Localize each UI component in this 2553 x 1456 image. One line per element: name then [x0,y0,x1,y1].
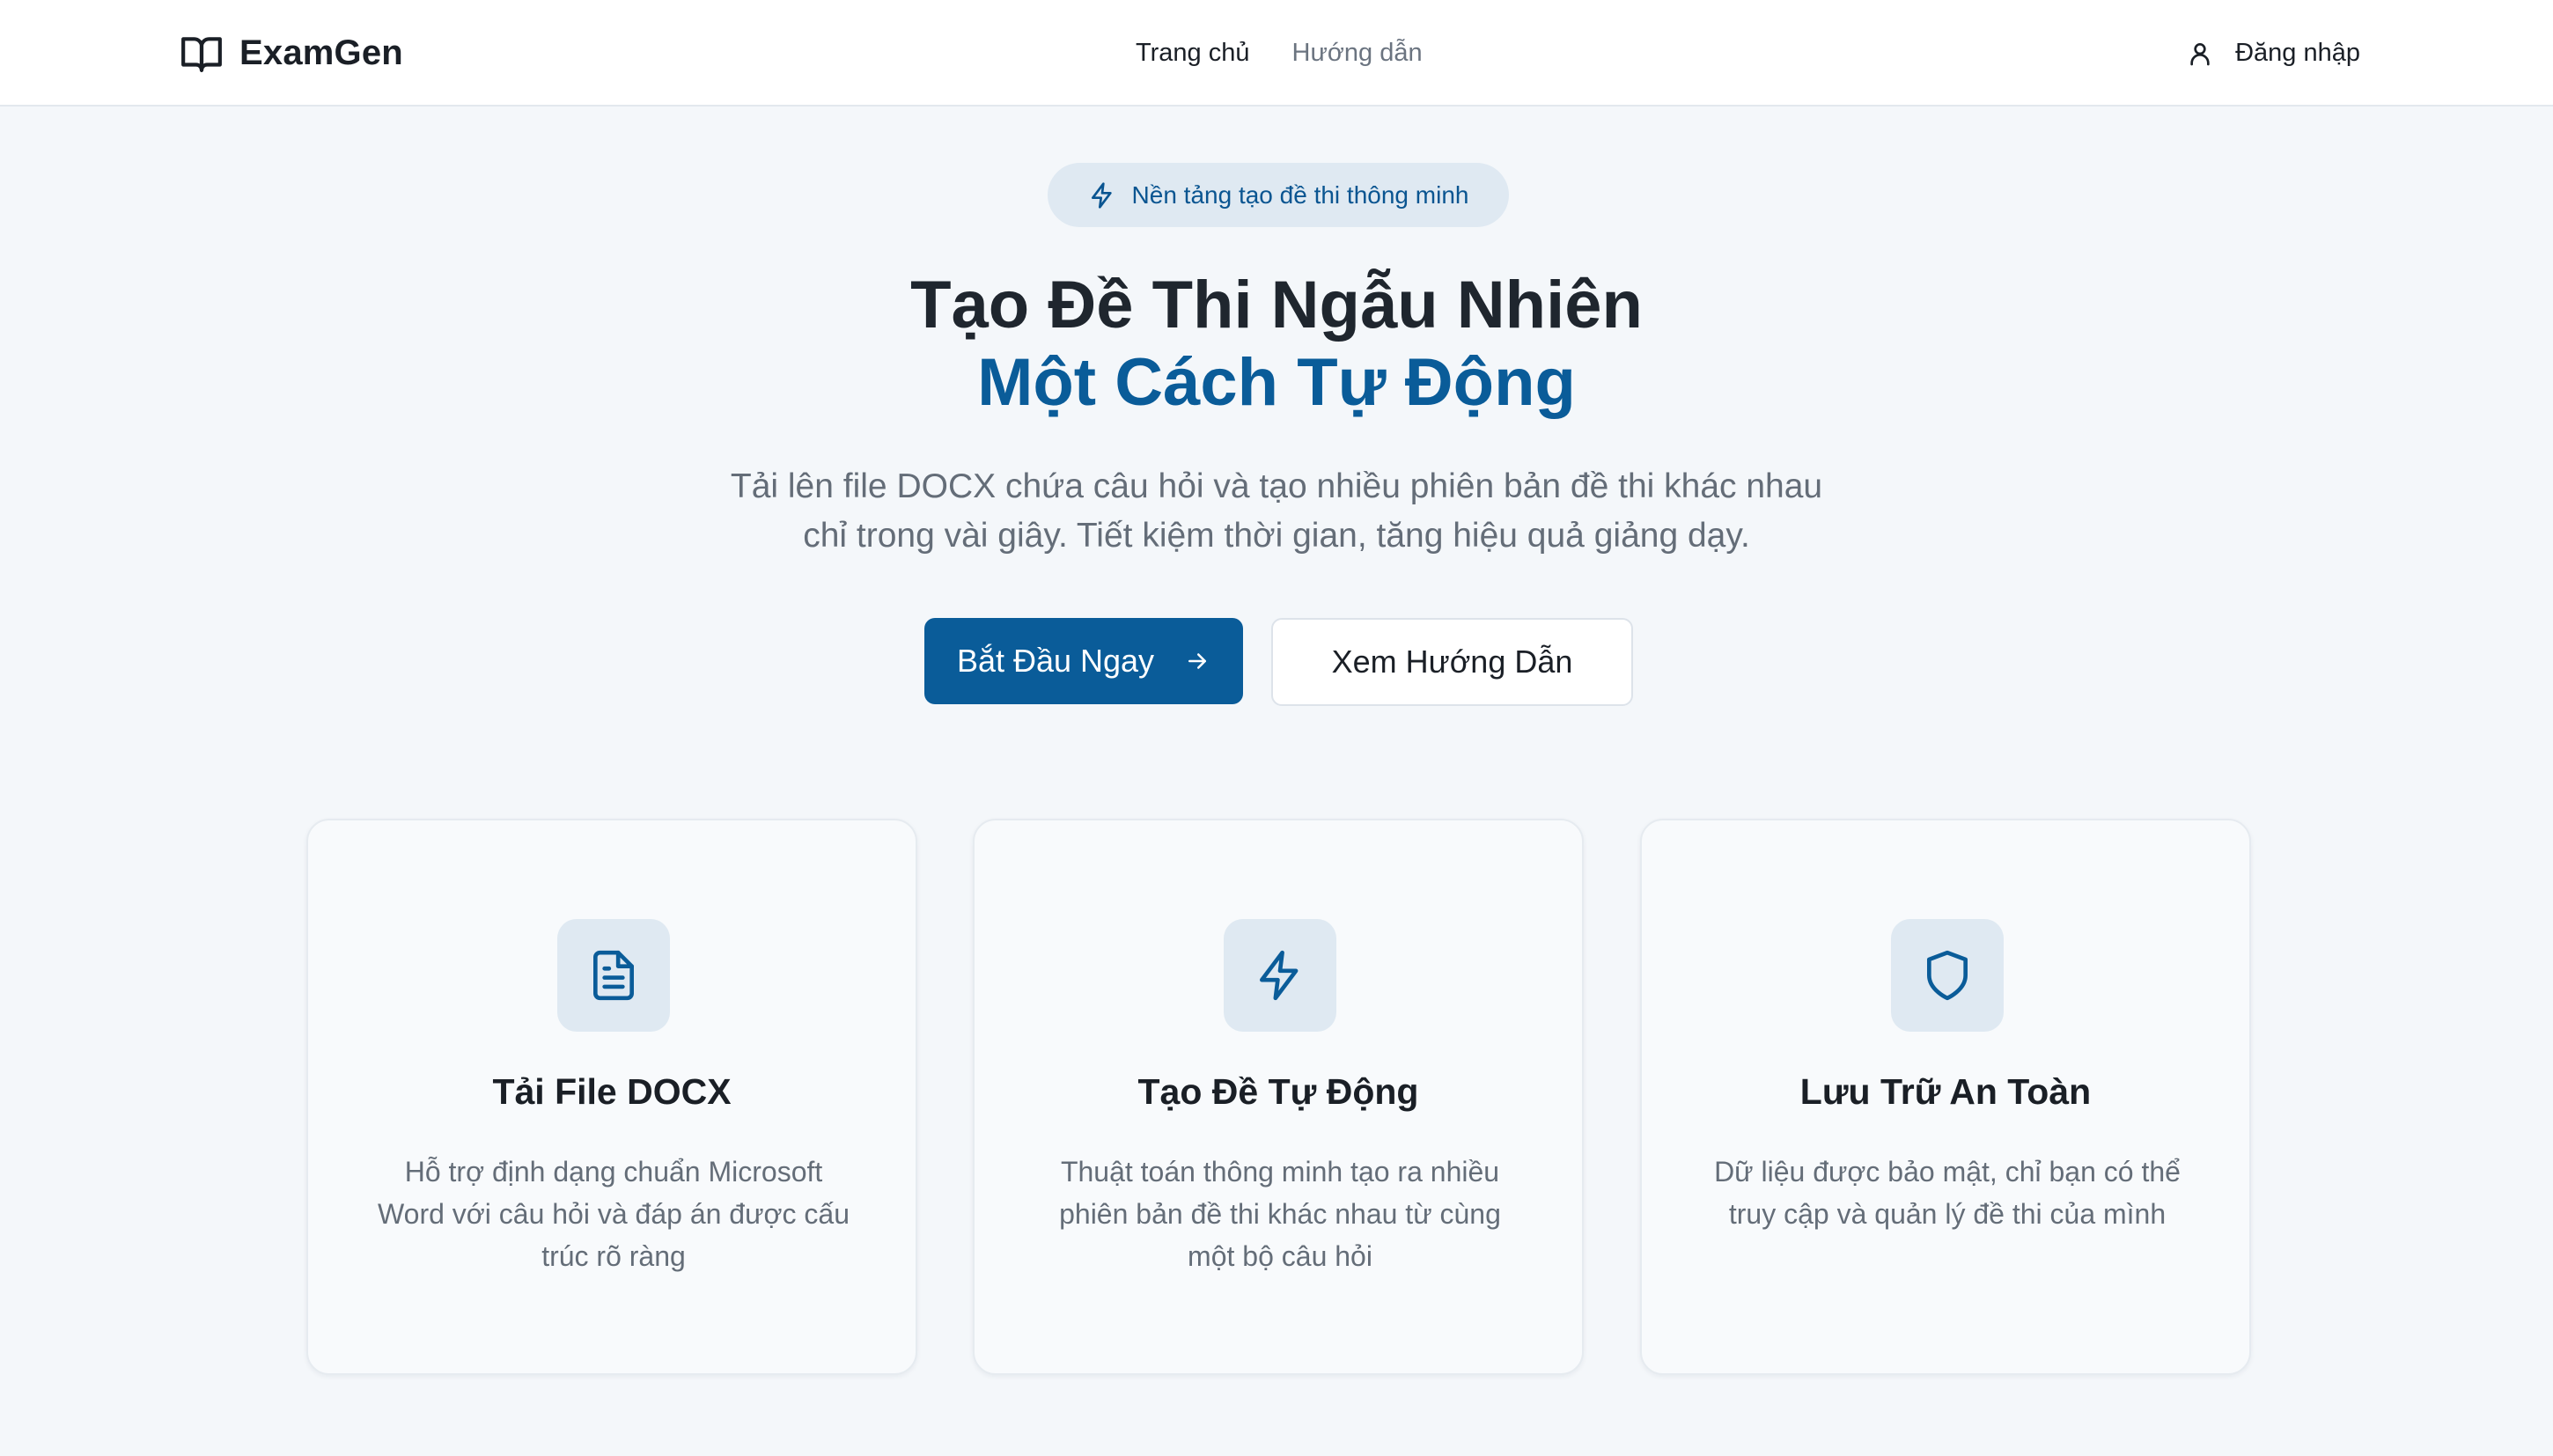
feature-card-secure-storage: Lưu Trữ An Toàn Dữ liệu được bảo mật, ch… [1640,819,2251,1375]
feature-desc-line: trúc rõ ràng [541,1240,686,1272]
hero-title-line2: Một Cách Tự Động [977,345,1576,420]
feature-card-auto-generate: Tạo Đề Tự Động Thuật toán thông minh tạo… [973,819,1584,1375]
feature-icon-box [1891,919,2004,1032]
nav-link-home[interactable]: Trang chủ [1136,39,1250,68]
view-guide-label: Xem Hướng Dẫn [1331,643,1573,680]
login-button[interactable]: Đăng nhập [2186,0,2360,107]
top-navbar: ExamGen Trang chủ Hướng dẫn Đăng nhập [0,0,2553,107]
feature-title: Lưu Trữ An Toàn [1799,1071,2092,1112]
feature-title: Tạo Đề Tự Động [1137,1071,1419,1112]
view-guide-button[interactable]: Xem Hướng Dẫn [1271,618,1633,706]
start-now-label: Bắt Đầu Ngay [956,643,1155,679]
feature-desc-line: phiên bản đề thi khác nhau từ cùng [1059,1198,1501,1230]
arrow-right-icon [1188,653,1207,669]
feature-title: Tải File DOCX [492,1071,732,1112]
hero-subtitle-line2: chỉ trong vài giây. Tiết kiệm thời gian,… [803,517,1750,555]
feature-card-upload: Tải File DOCX Hỗ trợ định dạng chuẩn Mic… [306,819,917,1375]
file-text-icon [593,950,634,1001]
hero-subtitle-line1: Tải lên file DOCX chứa câu hỏi và tạo nh… [730,467,1823,505]
lightning-icon [1260,950,1299,1001]
feature-desc-line: Dữ liệu được bảo mật, chỉ bạn có thể [1714,1156,2181,1188]
feature-desc-line: Hỗ trợ định dạng chuẩn Microsoft [404,1156,823,1188]
main-nav: Trang chủ Hướng dẫn [1136,0,1423,107]
hero-title-line1: Tạo Đề Thi Ngẫu Nhiên [910,268,1643,342]
feature-description: Hỗ trợ định dạng chuẩn Microsoft Word vớ… [357,1151,871,1277]
feature-description: Thuật toán thông minh tạo ra nhiều phiên… [1023,1151,1537,1277]
login-label: Đăng nhập [2235,39,2360,67]
feature-desc-line: truy cập và quản lý đề thi của mình [1728,1198,2167,1230]
open-book-icon [181,36,222,72]
feature-desc-line: Word với câu hỏi và đáp án được cấu [378,1198,850,1230]
page: ExamGen Trang chủ Hướng dẫn Đăng nhập Nề… [0,0,2553,1456]
brand-logo[interactable]: ExamGen [180,0,403,107]
brand-name: ExamGen [239,33,403,72]
platform-badge: Nền tảng tạo đề thi thông minh [1048,163,1509,227]
nav-link-guide[interactable]: Hướng dẫn [1292,39,1423,68]
user-icon [2190,42,2210,65]
feature-desc-line: Thuật toán thông minh tạo ra nhiều [1060,1156,1500,1188]
lightning-icon [1091,181,1112,209]
feature-description: Dữ liệu được bảo mật, chỉ bạn có thể tru… [1690,1151,2204,1235]
feature-desc-line: một bộ câu hỏi [1188,1240,1372,1272]
feature-icon-box [557,919,670,1032]
hero-subtitle: Tải lên file DOCX chứa câu hỏi và tạo nh… [616,462,1937,561]
start-now-button[interactable]: Bắt Đầu Ngay [924,618,1243,704]
feature-icon-box [1224,919,1336,1032]
shield-icon [1927,950,1968,1001]
badge-text: Nền tảng tạo đề thi thông minh [1131,180,1469,209]
